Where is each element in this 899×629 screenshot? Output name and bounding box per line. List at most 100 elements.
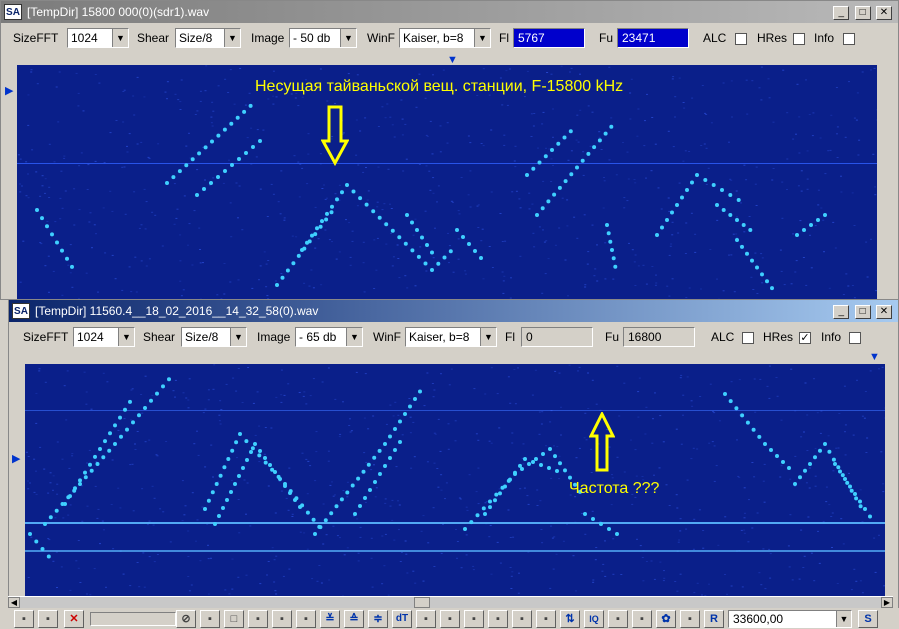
- dt-button[interactable]: dT: [392, 610, 412, 628]
- frequency-select[interactable]: 33600,00 ▼: [728, 610, 852, 628]
- fu-field[interactable]: 16800: [623, 327, 695, 347]
- fu-label: Fu: [599, 31, 614, 45]
- spectrogram-canvas[interactable]: [17, 65, 877, 300]
- iq-button[interactable]: IQ: [584, 610, 604, 628]
- info-label: Info: [821, 330, 842, 344]
- close-icon[interactable]: ✕: [876, 6, 892, 20]
- side-marker-icon[interactable]: ▶: [5, 86, 13, 97]
- refresh-icon[interactable]: ✿: [656, 610, 676, 628]
- marker-double-icon[interactable]: ≑: [368, 610, 388, 628]
- image-label: Image: [257, 330, 291, 344]
- image-db-select[interactable]: - 50 db ▼: [289, 28, 357, 48]
- tool-icon[interactable]: ▪: [680, 610, 700, 628]
- save-icon[interactable]: ▪: [38, 610, 58, 628]
- hres-checkbox[interactable]: ✓: [799, 332, 811, 344]
- tool-icon[interactable]: ▪: [608, 610, 628, 628]
- shear-label: Shear: [137, 31, 170, 45]
- sizefft-select[interactable]: 1024 ▼: [67, 28, 129, 48]
- chevron-down-icon[interactable]: ▼: [836, 611, 851, 627]
- chevron-down-icon[interactable]: ▼: [112, 29, 128, 47]
- fu-field[interactable]: 23471: [617, 28, 689, 48]
- r-button[interactable]: R: [704, 610, 724, 628]
- tool-icon[interactable]: ▪: [488, 610, 508, 628]
- sort-icon[interactable]: ⇅: [560, 610, 580, 628]
- minimize-icon[interactable]: _: [833, 305, 850, 319]
- spectrogram-display[interactable]: [25, 364, 885, 596]
- stop-icon[interactable]: ⊘: [176, 610, 196, 628]
- toolbar: SizeFFT 1024 ▼ Shear Size/8 ▼ Image - 50 d…: [1, 25, 898, 51]
- image-value: - 50 db: [293, 31, 331, 45]
- marker-down-icon[interactable]: ≙: [344, 610, 364, 628]
- delete-icon[interactable]: ✕: [64, 610, 84, 628]
- tool-icon[interactable]: ▪: [248, 610, 268, 628]
- fl-field[interactable]: 0: [521, 327, 593, 347]
- chevron-down-icon[interactable]: ▼: [118, 328, 134, 346]
- chevron-down-icon[interactable]: ▼: [480, 328, 496, 346]
- chevron-down-icon[interactable]: ▼: [474, 29, 490, 47]
- title-bar[interactable]: SA [TempDir] 15800 000(0)(sdr1).wav _ □ …: [1, 1, 898, 23]
- bottom-toolbar: ▪ ▪ ✕ ⊘ ▪ □ ▪ ▪ ▪ ≚ ≙ ≑ dT ▪ ▪ ▪ ▪ ▪ ▪ ⇅…: [8, 608, 899, 629]
- close-icon[interactable]: ✕: [876, 305, 892, 319]
- winf-value: Kaiser, b=8: [403, 31, 464, 45]
- scroll-right-icon[interactable]: ▶: [881, 597, 893, 608]
- scroll-left-icon[interactable]: ◀: [8, 597, 20, 608]
- app-icon[interactable]: SA: [12, 303, 30, 319]
- info-checkbox[interactable]: [849, 332, 861, 344]
- spectrogram-window-2: SA [TempDir] 11560.4__18_02_2016__14_32_…: [8, 299, 899, 629]
- chevron-down-icon[interactable]: ▼: [340, 29, 356, 47]
- side-marker-icon[interactable]: ▶: [12, 454, 20, 465]
- shear-value: Size/8: [179, 31, 213, 45]
- chevron-down-icon[interactable]: ▼: [346, 328, 362, 346]
- shear-label: Shear: [143, 330, 176, 344]
- spectrogram-display[interactable]: [17, 65, 877, 300]
- winf-label: WinF: [367, 31, 395, 45]
- tool-icon[interactable]: ▪: [440, 610, 460, 628]
- shear-select[interactable]: Size/8 ▼: [181, 327, 247, 347]
- fl-field[interactable]: 5767: [513, 28, 585, 48]
- tool-icon[interactable]: ▪: [512, 610, 532, 628]
- chevron-down-icon[interactable]: ▼: [224, 29, 240, 47]
- sizefft-value: 1024: [77, 330, 104, 344]
- alc-checkbox[interactable]: [742, 332, 754, 344]
- tool-icon[interactable]: ▪: [416, 610, 436, 628]
- shear-value: Size/8: [185, 330, 219, 344]
- tool-icon[interactable]: ▪: [296, 610, 316, 628]
- alc-checkbox[interactable]: [735, 33, 747, 45]
- arrow-up-icon: [589, 412, 615, 472]
- image-db-select[interactable]: - 65 db ▼: [295, 327, 363, 347]
- image-label: Image: [251, 31, 285, 45]
- hres-label: HRes: [757, 31, 788, 45]
- spectrogram-canvas[interactable]: [25, 364, 885, 596]
- fl-label: Fl: [499, 31, 509, 45]
- top-frequency-marker-icon[interactable]: ▼: [869, 352, 880, 363]
- window-title: [TempDir] 15800 000(0)(sdr1).wav: [27, 5, 210, 19]
- info-checkbox[interactable]: [843, 33, 855, 45]
- record-icon[interactable]: ▪: [200, 610, 220, 628]
- marker-up-icon[interactable]: ≚: [320, 610, 340, 628]
- winf-select[interactable]: Kaiser, b=8 ▼: [399, 28, 491, 48]
- s-button[interactable]: S: [858, 610, 878, 628]
- chevron-down-icon[interactable]: ▼: [230, 328, 246, 346]
- tool-icon[interactable]: ▪: [464, 610, 484, 628]
- tool-icon[interactable]: ▪: [272, 610, 292, 628]
- sizefft-select[interactable]: 1024 ▼: [73, 327, 135, 347]
- sizefft-label: SizeFFT: [23, 330, 69, 344]
- frame-icon[interactable]: □: [224, 610, 244, 628]
- open-icon[interactable]: ▪: [14, 610, 34, 628]
- arrow-down-icon: [321, 105, 349, 167]
- window-title: [TempDir] 11560.4__18_02_2016__14_32_58(…: [35, 304, 319, 318]
- app-icon[interactable]: SA: [4, 4, 22, 20]
- maximize-icon[interactable]: □: [854, 305, 871, 319]
- shear-select[interactable]: Size/8 ▼: [175, 28, 241, 48]
- tool-icon[interactable]: ▪: [536, 610, 556, 628]
- spectrogram-window-1: SA [TempDir] 15800 000(0)(sdr1).wav _ □ …: [0, 0, 899, 300]
- scroll-thumb[interactable]: [414, 597, 430, 608]
- winf-select[interactable]: Kaiser, b=8 ▼: [405, 327, 497, 347]
- minimize-icon[interactable]: _: [833, 6, 850, 20]
- alc-label: ALC: [711, 330, 735, 344]
- hres-checkbox[interactable]: [793, 33, 805, 45]
- maximize-icon[interactable]: □: [854, 6, 871, 20]
- fl-label: Fl: [505, 330, 515, 344]
- tool-icon[interactable]: ▪: [632, 610, 652, 628]
- title-bar[interactable]: SA [TempDir] 11560.4__18_02_2016__14_32_…: [9, 300, 898, 322]
